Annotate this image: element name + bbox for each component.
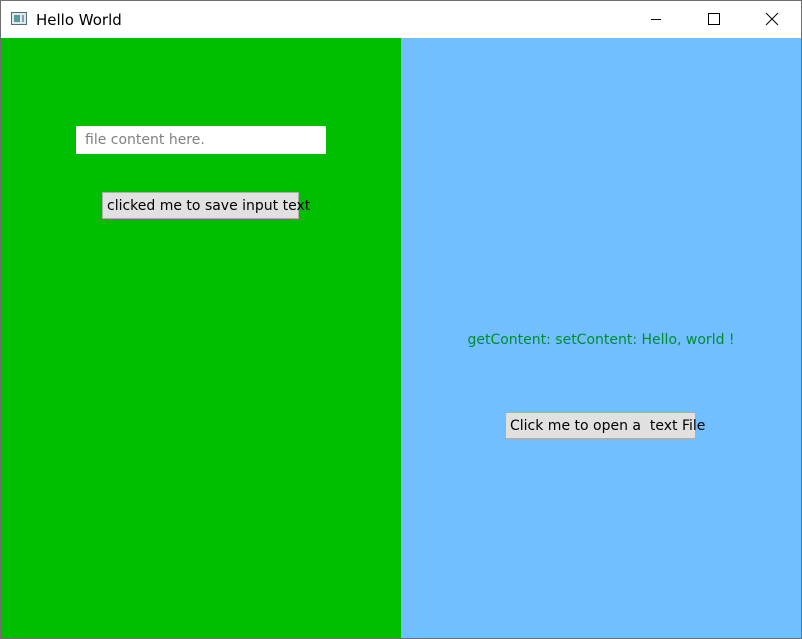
left-panel: clicked me to save input text <box>1 38 401 638</box>
window-title: Hello World <box>36 11 122 29</box>
save-input-text-button[interactable]: clicked me to save input text <box>102 192 310 219</box>
minimize-button[interactable] <box>627 1 685 38</box>
maximize-icon <box>708 13 720 25</box>
title-bar[interactable]: Hello World <box>1 1 801 38</box>
close-button[interactable] <box>743 1 801 38</box>
file-content-label: getContent: setContent: Hello, world ! <box>467 332 735 348</box>
minimize-icon <box>651 19 661 20</box>
maximize-button[interactable] <box>685 1 743 38</box>
app-window: Hello World clicked me to save input tex… <box>0 0 802 639</box>
right-panel: getContent: setContent: Hello, world ! C… <box>401 38 801 638</box>
window-app-icon <box>11 12 27 25</box>
close-icon <box>765 12 779 26</box>
file-content-input[interactable] <box>76 126 326 154</box>
client-area: clicked me to save input text getContent… <box>1 38 801 638</box>
open-text-file-button[interactable]: Click me to open a text File <box>505 412 705 439</box>
